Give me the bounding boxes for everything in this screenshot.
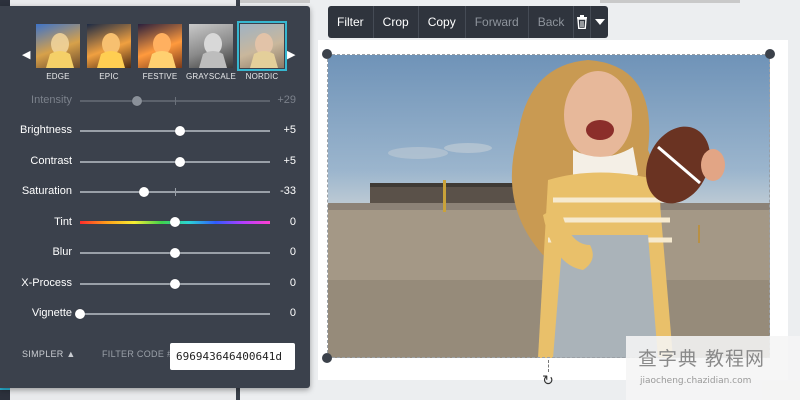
contrast-slider-knob[interactable] <box>174 157 185 167</box>
xprocess-label: X-Process <box>21 277 72 289</box>
blur-label: Blur <box>52 246 72 258</box>
rotate-icon[interactable]: ↻ <box>541 373 555 387</box>
saturation-label: Saturation <box>21 185 72 197</box>
saturation-center-tick <box>175 188 176 196</box>
arrow-left-icon[interactable]: ◀ <box>22 48 30 61</box>
vignette-slider-knob[interactable] <box>75 309 85 319</box>
filter-thumb-grayscale[interactable] <box>189 24 233 68</box>
crop-button[interactable]: Crop <box>374 6 419 38</box>
trash-icon[interactable] <box>574 6 592 38</box>
watermark: 查字典 教程网 jiaocheng.chazidian.com <box>626 336 800 400</box>
rotate-connector <box>548 360 549 372</box>
vignette-value: 0 <box>289 307 296 319</box>
intensity-center-tick <box>175 97 176 105</box>
contrast-value: +5 <box>283 155 296 167</box>
filter-button[interactable]: Filter <box>328 6 374 38</box>
intensity-slider-knob[interactable] <box>132 96 142 106</box>
brightness-slider-knob[interactable] <box>174 126 185 136</box>
filter-thumb-edge[interactable] <box>36 24 80 68</box>
blur-slider-knob[interactable] <box>170 248 180 258</box>
intensity-label: Intensity <box>31 94 72 106</box>
resize-handle-top-left[interactable] <box>322 49 332 59</box>
copy-button[interactable]: Copy <box>419 6 466 38</box>
image-toolbar: Filter Crop Copy Forward Back <box>328 6 608 38</box>
filter-label-nordic: NORDIC <box>245 72 279 81</box>
saturation-value: -33 <box>280 185 296 197</box>
top-edge-line <box>240 0 310 3</box>
tint-value: 0 <box>289 216 296 228</box>
filter-code-input[interactable]: 696943646400641d <box>170 343 295 370</box>
arrow-right-icon[interactable]: ▶ <box>287 48 295 61</box>
filter-thumb-epic[interactable] <box>87 24 131 68</box>
filter-panel: ◀ ▶ EDGE EPIC FESTIVE GRAYSCALE NORDIC I… <box>0 6 310 388</box>
tint-label: Tint <box>54 216 72 228</box>
watermark-text: 查字典 教程网 <box>638 348 766 370</box>
top-edge-line <box>600 0 740 3</box>
selection-border <box>327 54 770 358</box>
filter-thumb-festive[interactable] <box>138 24 182 68</box>
watermark-url: jiaocheng.chazidian.com <box>640 376 752 386</box>
simpler-toggle[interactable]: SIMPLER ▲ <box>22 349 76 359</box>
blur-value: 0 <box>289 246 296 258</box>
contrast-label: Contrast <box>30 155 72 167</box>
caret-down-icon[interactable] <box>591 6 608 38</box>
brightness-value: +5 <box>283 124 296 136</box>
filter-code-label: FILTER CODE # <box>102 349 173 359</box>
vignette-label: Vignette <box>31 307 72 319</box>
resize-handle-bottom-left[interactable] <box>322 353 332 363</box>
forward-button[interactable]: Forward <box>466 6 529 38</box>
intensity-value: +29 <box>277 94 296 106</box>
resize-handle-top-right[interactable] <box>765 49 775 59</box>
brightness-label: Brightness <box>20 124 72 136</box>
xprocess-value: 0 <box>289 277 296 289</box>
tint-slider-knob[interactable] <box>170 217 180 227</box>
xprocess-slider-knob[interactable] <box>170 279 180 289</box>
back-button[interactable]: Back <box>529 6 575 38</box>
vignette-track[interactable] <box>80 313 270 315</box>
saturation-slider-knob[interactable] <box>138 187 149 197</box>
filter-thumb-nordic[interactable] <box>237 21 287 71</box>
